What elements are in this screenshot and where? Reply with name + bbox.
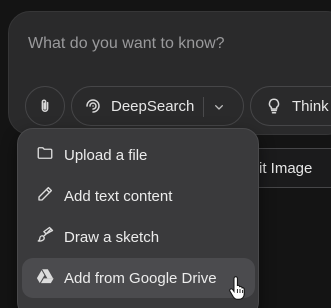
app-stage: What do you want to know? DeepSearch Thi… [0, 0, 331, 308]
think-label: Think [292, 97, 329, 115]
menu-item-label: Add from Google Drive [64, 269, 217, 287]
folder-icon [36, 144, 54, 166]
menu-item-label: Draw a sketch [64, 228, 160, 246]
menu-item-draw-sketch[interactable]: Draw a sketch [22, 217, 255, 257]
pencil-icon [36, 185, 54, 207]
menu-item-add-text[interactable]: Add text content [22, 176, 255, 216]
menu-item-upload-file[interactable]: Upload a file [22, 135, 255, 175]
attach-button[interactable] [25, 86, 65, 126]
edit-image-label: it Image [259, 159, 313, 177]
attach-menu: Upload a file Add text content Draw a sk… [17, 128, 259, 308]
brush-icon [36, 226, 54, 248]
deepsearch-label: DeepSearch [111, 97, 195, 115]
think-button[interactable]: Think [250, 86, 331, 126]
prompt-composer[interactable]: What do you want to know? DeepSearch Thi… [8, 11, 331, 135]
menu-item-label: Add text content [64, 187, 173, 205]
paperclip-icon [36, 97, 54, 115]
google-drive-icon [36, 267, 54, 289]
deepsearch-icon [84, 97, 102, 115]
menu-item-google-drive[interactable]: Add from Google Drive [22, 258, 255, 298]
menu-item-label: Upload a file [64, 146, 148, 164]
divider [203, 97, 204, 117]
hand-cursor-icon [228, 276, 248, 305]
prompt-input[interactable]: What do you want to know? [28, 35, 225, 53]
deepsearch-button[interactable]: DeepSearch [71, 86, 244, 126]
lightbulb-icon [265, 97, 283, 115]
chevron-down-icon[interactable] [211, 99, 227, 115]
